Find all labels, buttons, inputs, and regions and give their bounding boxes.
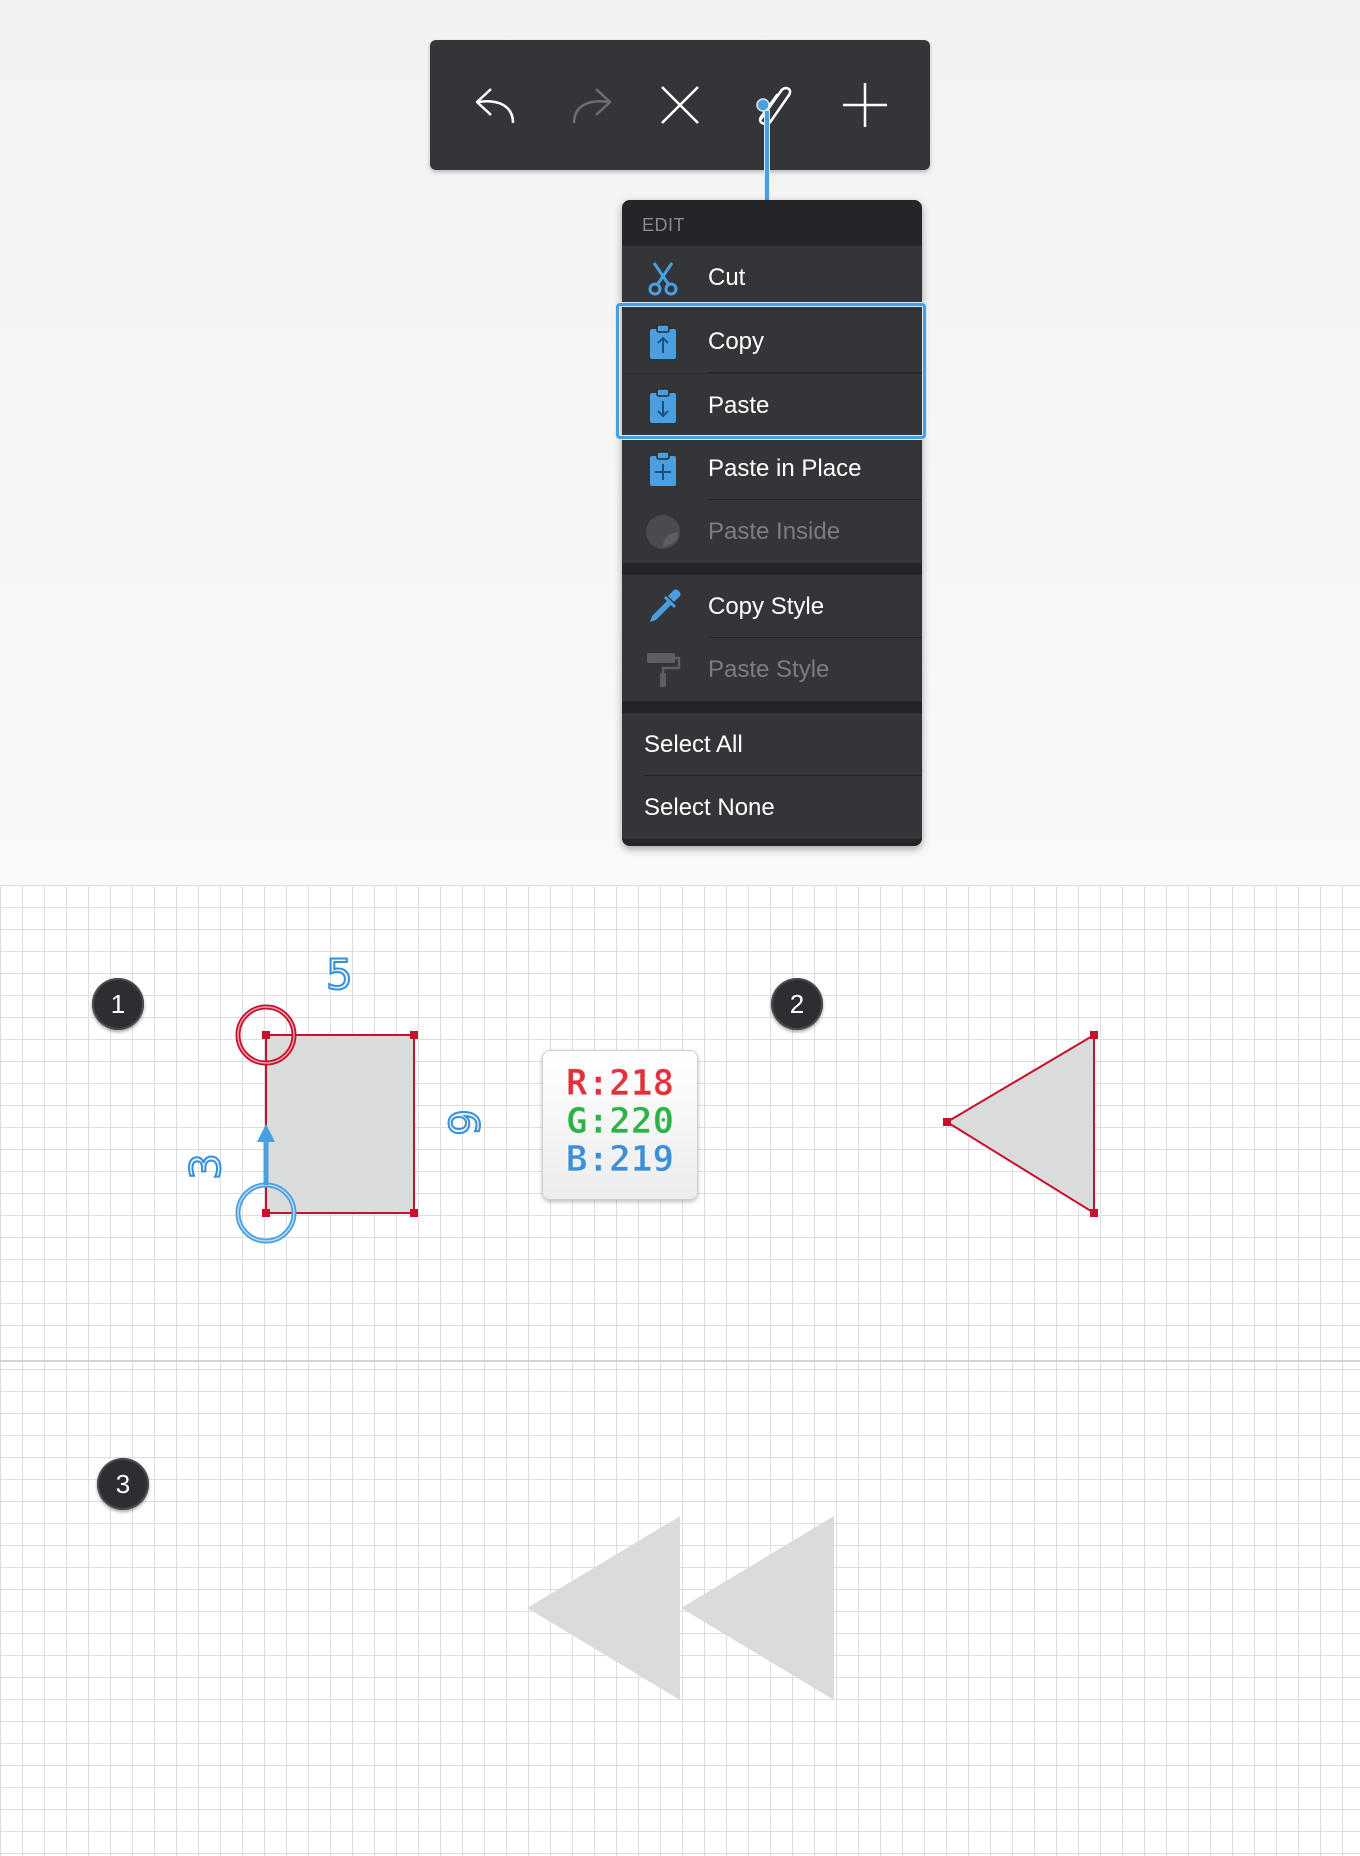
rectangle-shape — [265, 1034, 415, 1214]
step-badge-1: 1 — [92, 978, 144, 1030]
anchor-point — [262, 1031, 270, 1039]
anchor-point — [262, 1209, 270, 1217]
red-value: R:218 — [565, 1063, 675, 1104]
anchor-point — [1090, 1209, 1098, 1217]
dimension-label-right: 6 — [438, 1108, 489, 1137]
blue-value: B:219 — [565, 1139, 675, 1180]
anchor-point — [943, 1118, 951, 1126]
rewind-triangle-left — [527, 1516, 680, 1700]
canvas-shapes — [235, 1004, 1098, 1700]
anchor-point — [410, 1209, 418, 1217]
rewind-triangle-right — [681, 1516, 834, 1700]
dimension-label-top: 5 — [325, 949, 354, 1000]
dimension-label-left: 3 — [180, 1152, 231, 1181]
anchor-point — [1090, 1031, 1098, 1039]
step-badge-2: 2 — [771, 978, 823, 1030]
step-badge-3: 3 — [97, 1458, 149, 1510]
anchor-point — [410, 1031, 418, 1039]
triangle-shape — [945, 1033, 1095, 1215]
green-value: G:220 — [565, 1101, 675, 1142]
color-readout-card: R:218 G:220 B:219 — [542, 1050, 698, 1200]
